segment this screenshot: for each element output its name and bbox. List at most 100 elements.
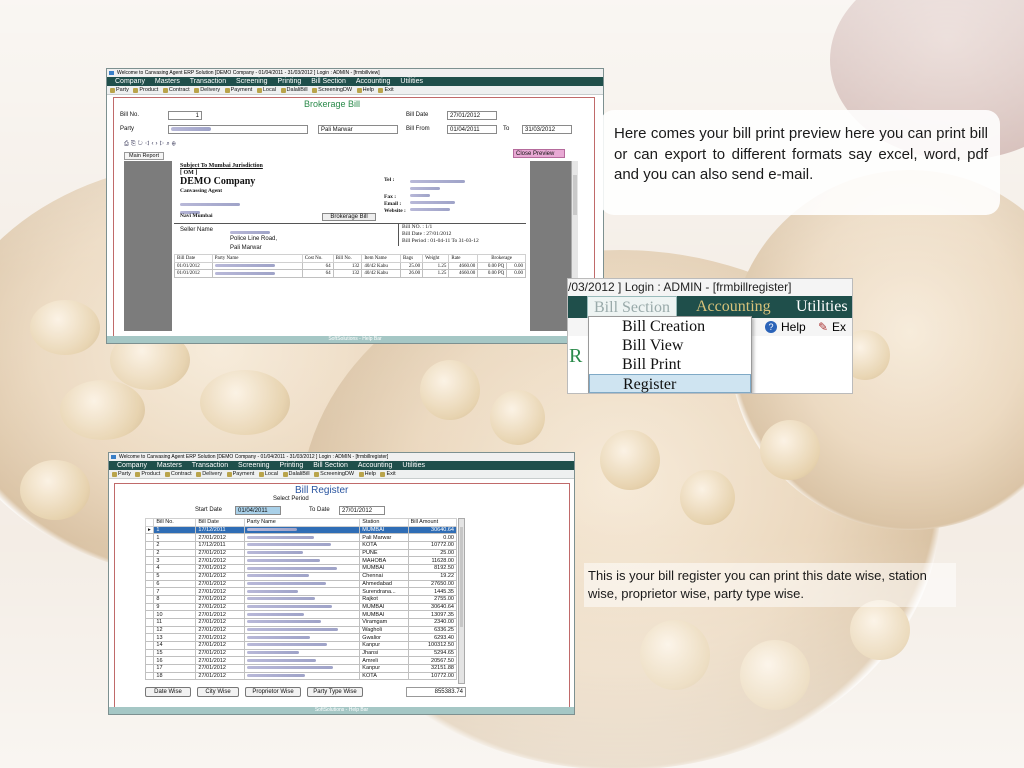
col-party-name: Party Name — [211, 254, 303, 263]
table-row[interactable]: 3 27/01/2012 MAHOBA 11628.00 — [144, 556, 458, 566]
party-type-wise-button[interactable]: Party Type Wise — [307, 687, 363, 697]
main-report-tab[interactable]: Main Report — [124, 152, 164, 160]
table-row[interactable]: 4 27/01/2012 MUMBAI 8192.50 — [144, 564, 458, 573]
brokerage-bill-window: Welcome to Canvasing Agent ERP Solution … — [106, 68, 604, 344]
toolbar-help[interactable]: Help — [781, 318, 806, 336]
party-code-field[interactable] — [168, 125, 308, 134]
partial-heading: R — [569, 345, 583, 367]
toolbar-contract[interactable]: Contract — [164, 470, 192, 478]
bill-date-field[interactable]: 27/01/2012 — [447, 111, 497, 120]
toolbar-dalalibill[interactable]: DalaliBill — [282, 470, 310, 478]
toolbar-party[interactable]: Party — [110, 86, 129, 94]
toolbar-help[interactable]: Help — [358, 470, 376, 478]
report-toolbar: ⎙⎘↻◁‹›▷⌕⊕ — [124, 141, 284, 149]
toolbar-contract[interactable]: Contract — [162, 86, 190, 94]
menu-item-bill-print[interactable]: Bill Print — [589, 355, 751, 374]
table-row[interactable]: 2 17/12/2011 KOTA 10772.00 — [144, 541, 458, 550]
menu-item-bill-view[interactable]: Bill View — [589, 336, 751, 355]
menu-accounting[interactable]: Accounting — [358, 461, 393, 470]
toolbar-exit[interactable]: Exit — [378, 86, 394, 94]
toolbar-delivery[interactable]: Delivery — [194, 86, 220, 94]
menu-bill-section[interactable]: Bill Section — [313, 461, 348, 470]
toolbar-payment[interactable]: Payment — [226, 470, 254, 478]
brokerage-form: Brokerage Bill Bill No. 1 Party Pali Mar… — [113, 97, 595, 337]
fax-label: Fax : — [384, 194, 397, 200]
jurisdiction-text: Subject To Mumbai Jurisdiction — [180, 163, 263, 169]
callout-bill-register: This is your bill register you can print… — [584, 563, 956, 607]
zoom-icon[interactable]: ⊕ — [172, 141, 178, 147]
toolbar-payment[interactable]: Payment — [224, 86, 252, 94]
table-row[interactable]: 10 27/01/2012 MUMBAI 13097.35 — [144, 610, 458, 619]
toolbar-screeningdw[interactable]: ScreeningDW — [314, 470, 354, 478]
exit-icon[interactable]: ✎ — [818, 318, 828, 336]
menu-item-bill-creation[interactable]: Bill Creation — [589, 317, 751, 336]
menu-item-register[interactable]: Register — [589, 374, 751, 393]
toolbar-party[interactable]: Party — [112, 470, 131, 478]
menu-company[interactable]: Company — [117, 461, 147, 470]
help-icon[interactable]: ? — [765, 321, 777, 333]
report-area: Subject To Mumbai Jurisdiction [ OM ] DE… — [124, 161, 578, 331]
toolbar-product[interactable]: Product — [133, 86, 158, 94]
bill-to-field[interactable]: 31/03/2012 — [522, 125, 572, 134]
toolbar-local[interactable]: Local — [256, 86, 276, 94]
menu-accounting[interactable]: Accounting — [696, 296, 771, 318]
menu-utilities[interactable]: Utilities — [402, 461, 425, 470]
table-row[interactable]: 1 27/01/2012 Pali Marwar 0.00 — [144, 533, 458, 543]
table-row[interactable]: 2 27/01/2012 PUNE 25.00 — [144, 548, 458, 558]
toolbar-product[interactable]: Product — [135, 470, 160, 478]
table-row[interactable]: ▸ 1 17/12/2011 MUMBAI 30640.64 — [144, 525, 458, 535]
table-row[interactable]: 5 27/01/2012 Chennai 19.22 — [144, 571, 458, 581]
menu-bill-section[interactable]: Bill Section — [311, 77, 346, 86]
table-row[interactable]: 15 27/01/2012 Jhansi 5294.65 — [144, 648, 458, 658]
menu-transaction[interactable]: Transaction — [190, 77, 226, 86]
bill-no-field[interactable]: 1 — [168, 111, 202, 120]
menu-masters[interactable]: Masters — [155, 77, 180, 86]
toolbar-help[interactable]: Help — [356, 86, 374, 94]
close-preview-button[interactable]: Close Preview — [513, 149, 565, 158]
table-row[interactable]: 14 27/01/2012 Kanpur 100312.50 — [144, 641, 458, 650]
menu-screening[interactable]: Screening — [236, 77, 268, 86]
proprietor-wise-button[interactable]: Proprietor Wise — [245, 687, 301, 697]
table-row[interactable]: 8 27/01/2012 Rajkot 2755.00 — [144, 594, 458, 604]
nav-first-icon[interactable]: ◁ — [145, 141, 152, 147]
menu-utilities[interactable]: Utilities — [400, 77, 423, 86]
zoom-menu-bar: Bill Section Accounting Utilities — [568, 296, 852, 320]
table-row[interactable]: 7 27/01/2012 Surendrana... 1445.35 — [144, 587, 458, 596]
menu-screening[interactable]: Screening — [238, 461, 270, 470]
grid-scrollbar[interactable] — [458, 518, 465, 684]
toolbar-local[interactable]: Local — [258, 470, 278, 478]
date-wise-button[interactable]: Date Wise — [145, 687, 191, 697]
table-row[interactable]: 18 27/01/2012 KOTA 10772.00 — [144, 671, 458, 681]
table-row[interactable]: 16 27/01/2012 Amreli 20567.50 — [144, 656, 458, 666]
print-icon[interactable]: ⎘ — [131, 141, 138, 147]
table-row[interactable]: 13 27/01/2012 Gwalior 6293.40 — [144, 633, 458, 642]
party-name-field[interactable]: Pali Marwar — [318, 125, 398, 134]
menu-masters[interactable]: Masters — [157, 461, 182, 470]
menu-utilities[interactable]: Utilities — [796, 296, 848, 318]
menu-company[interactable]: Company — [115, 77, 145, 86]
toolbar-screeningdw[interactable]: ScreeningDW — [312, 86, 352, 94]
to-date-field[interactable]: 27/01/2012 — [339, 506, 385, 515]
table-row[interactable]: 11 27/01/2012 Viramgam 2340.00 — [144, 617, 458, 627]
refresh-icon[interactable]: ↻ — [138, 141, 145, 147]
menu-transaction[interactable]: Transaction — [192, 461, 228, 470]
menu-printing[interactable]: Printing — [278, 77, 302, 86]
toolbar-delivery[interactable]: Delivery — [196, 470, 222, 478]
table-row[interactable]: 6 27/01/2012 Ahmedabad 27650.00 — [144, 579, 458, 589]
menu-printing[interactable]: Printing — [280, 461, 304, 470]
table-row[interactable]: 9 27/01/2012 MUMBAI 30640.64 — [144, 602, 458, 612]
bill-from-field[interactable]: 01/04/2011 — [447, 125, 497, 134]
toolbar-dalalibill[interactable]: DalaliBill — [280, 86, 308, 94]
toolbar-exit[interactable]: Ex — [832, 318, 846, 336]
city-wise-button[interactable]: City Wise — [197, 687, 239, 697]
export-icon[interactable]: ⎙ — [124, 141, 131, 147]
start-date-field[interactable]: 01/04/2011 — [235, 506, 281, 515]
start-date-label: Start Date — [195, 507, 223, 513]
toolbar-exit[interactable]: Exit — [380, 470, 396, 478]
table-row[interactable]: 17 27/01/2012 Kanpur 32151.88 — [144, 664, 458, 673]
col-bill-date: Bill Date — [195, 518, 245, 527]
brokerage-bill-button[interactable]: Brokerage Bill — [322, 213, 376, 221]
menu-accounting[interactable]: Accounting — [356, 77, 391, 86]
main-menu: Company Masters Transaction Screening Pr… — [107, 77, 603, 86]
table-row[interactable]: 12 27/01/2012 Wagholi 6336.25 — [144, 625, 458, 635]
